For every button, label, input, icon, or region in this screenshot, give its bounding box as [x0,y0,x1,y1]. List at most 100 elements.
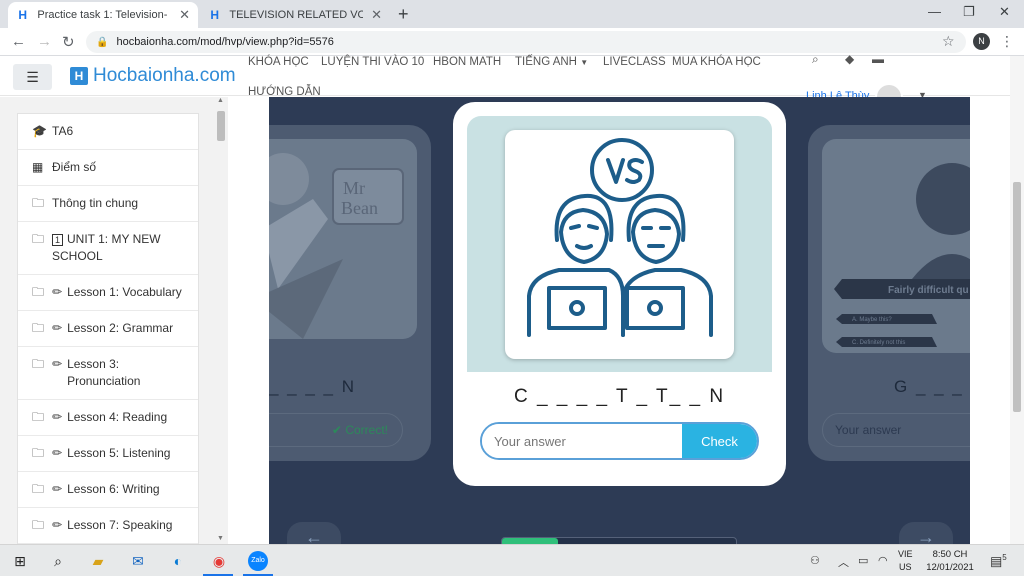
nav-luyen-thi[interactable]: LUYỆN THI VÀO 10 [321,56,424,68]
search-icon[interactable]: ⌕ [48,551,68,571]
chrome-icon[interactable]: ◉ [209,551,229,571]
arrow-left-icon: ← [305,527,323,544]
reload-icon[interactable]: ↻ [62,33,75,51]
quiz-banner-text: Fairly difficult qu [888,285,969,296]
drawer-item-lesson-7[interactable]: 🗀 ✏ Lesson 7: Speaking [18,508,198,544]
next-card[interactable]: Fairly difficult qu A. Maybe this? C. De… [808,125,970,461]
drawer-item-lesson-5[interactable]: 🗀 ✏ Lesson 5: Listening [18,436,198,472]
nav-khoa-hoc[interactable]: KHÓA HỌC [248,56,309,68]
next-card-button[interactable]: → [899,522,953,544]
close-window-icon[interactable]: ✕ [999,4,1010,20]
drawer-scroll-thumb[interactable] [217,111,225,141]
folder-icon: 🗀 [32,410,45,424]
pencil-icon: ✏ [52,446,63,460]
chat-icon[interactable]: ▬ [872,52,884,66]
people-icon[interactable]: ⚇ [810,554,820,567]
nav-mua-khoa-hoc[interactable]: MUA KHÓA HỌC [672,56,761,68]
drawer-item-general-info[interactable]: 🗀 Thông tin chung [18,186,198,222]
drawer-item-label: Lesson 4: Reading [67,410,168,424]
drawer-item-lesson-1[interactable]: 🗀 ✏ Lesson 1: Vocabulary [18,275,198,311]
edge-browser-icon[interactable]: ◐ [168,551,188,571]
forward-icon[interactable]: → [37,33,52,50]
quiz-option-a: A. Maybe this? [852,317,892,323]
drawer-item-ta6[interactable]: 🎓 TA6 [18,114,198,150]
drawer-item-label: Lesson 3: Pronunciation [67,357,141,388]
windows-start-icon[interactable]: ⊞ [10,551,30,571]
system-clock[interactable]: 8:50 CH 12/01/2021 [922,548,978,574]
bookmark-star-icon[interactable]: ☆ [942,33,955,50]
site-logo[interactable]: H Hocbaionha.com [70,65,236,87]
browser-menu-icon[interactable]: ⋮ [1000,33,1014,50]
drawer-item-label: Lesson 2: Grammar [67,321,174,335]
close-tab-icon[interactable]: ✕ [179,7,190,23]
zalo-icon[interactable]: Zalo [248,551,268,571]
menu-toggle-button[interactable]: ☰ [13,64,52,90]
drawer-item-grades[interactable]: ▦ Điểm số [18,150,198,186]
scroll-up-icon[interactable]: ▲ [217,97,224,104]
check-button[interactable]: Check [682,424,757,458]
graduation-cap-icon: 🎓 [32,124,47,138]
tray-chevron-icon[interactable]: ︿ [838,554,849,570]
folder-icon: 🗀 [32,446,45,460]
answer-input[interactable] [482,424,682,458]
new-tab-icon[interactable]: + [398,4,409,25]
drawer-item-lesson-6[interactable]: 🗀 ✏ Lesson 6: Writing [18,472,198,508]
minimize-icon[interactable]: — [928,4,941,19]
keyboard-layout: US [899,562,912,572]
feedback-text: Correct! [345,423,388,437]
pencil-icon: ✏ [52,321,63,335]
nav-label: TIẾNG ANH [515,56,577,68]
unit-number-badge: 1 [52,234,64,246]
correct-feedback: ✔ Correct! [269,413,403,447]
site-favicon-icon: H [18,8,28,22]
folder-icon: 🗀 [32,518,45,532]
answer-form: Check [480,422,759,460]
network-icon[interactable]: ▭ [858,554,868,567]
tab-television-vocabulary[interactable]: H TELEVISION RELATED VOCABULA ✕ [200,2,390,28]
arrow-right-icon: → [917,527,935,544]
nav-hbon-math[interactable]: HBON MATH [433,56,501,68]
scroll-down-icon[interactable]: ▼ [217,535,224,542]
nav-tieng-anh[interactable]: TIẾNG ANH ▼ [515,56,588,68]
close-tab-icon[interactable]: ✕ [371,7,382,23]
restore-icon[interactable]: ❐ [963,4,975,20]
previous-card[interactable]: Mr Bean _ _ _ _ N ✔ Correct! [269,125,431,461]
notification-center-icon[interactable]: ▤5 [990,553,1007,569]
search-icon[interactable]: ⌕ [812,52,819,67]
drawer-item-label: Lesson 5: Listening [67,446,171,460]
competitors-vs-illustration [527,138,713,337]
nav-liveclass[interactable]: LIVECLASS [603,56,666,68]
page-scroll-thumb[interactable] [1013,182,1021,412]
previous-card-image: Mr Bean [269,139,417,339]
previous-card-button[interactable]: ← [287,522,341,544]
drawer-item-lesson-3[interactable]: 🗀 ✏ Lesson 3: Pronunciation [18,347,198,400]
back-icon[interactable]: ← [11,33,26,50]
next-card-word: G _ _ _ S [894,377,970,396]
page-scrollbar[interactable] [1010,56,1024,544]
drawer-item-label: TA6 [52,124,74,138]
bell-icon[interactable]: ◆ [845,52,854,66]
next-card-answer-input[interactable]: Your answer [822,413,970,447]
wifi-icon[interactable]: ◠ [878,554,888,567]
pencil-icon: ✏ [52,357,63,371]
mail-icon[interactable]: ✉ [128,551,148,571]
drawer-item-lesson-4[interactable]: 🗀 ✏ Lesson 4: Reading [18,400,198,436]
svg-text:Mr: Mr [343,178,365,198]
next-card-image: Fairly difficult qu A. Maybe this? C. De… [822,139,970,353]
url-bar[interactable]: 🔒 hocbaionha.com/mod/hvp/view.php?id=557… [86,31,966,53]
language-indicator[interactable]: VIE US [898,548,913,574]
unit-title: UNIT 1: MY NEW SCHOOL [52,232,161,263]
drawer-item-lesson-2[interactable]: 🗀 ✏ Lesson 2: Grammar [18,311,198,347]
pencil-icon: ✏ [52,518,63,532]
pencil-icon: ✏ [52,482,63,496]
current-card-image [505,130,734,359]
tab-title: TELEVISION RELATED VOCABULA [229,9,364,21]
profile-avatar[interactable]: N [973,33,990,50]
table-icon: ▦ [32,160,44,174]
language-code: VIE [898,549,913,559]
dialog-cards-stage: Mr Bean _ _ _ _ N ✔ Correct! Fairly diff… [269,97,970,544]
drawer-item-unit-1[interactable]: 🗀 1 UNIT 1: MY NEW SCHOOL [18,222,198,275]
file-explorer-icon[interactable]: ▰ [88,551,108,571]
tab-practice-task[interactable]: H Practice task 1: Television- relate ✕ [8,2,198,28]
drawer-scrollbar[interactable]: ▲ ▼ [214,97,228,544]
